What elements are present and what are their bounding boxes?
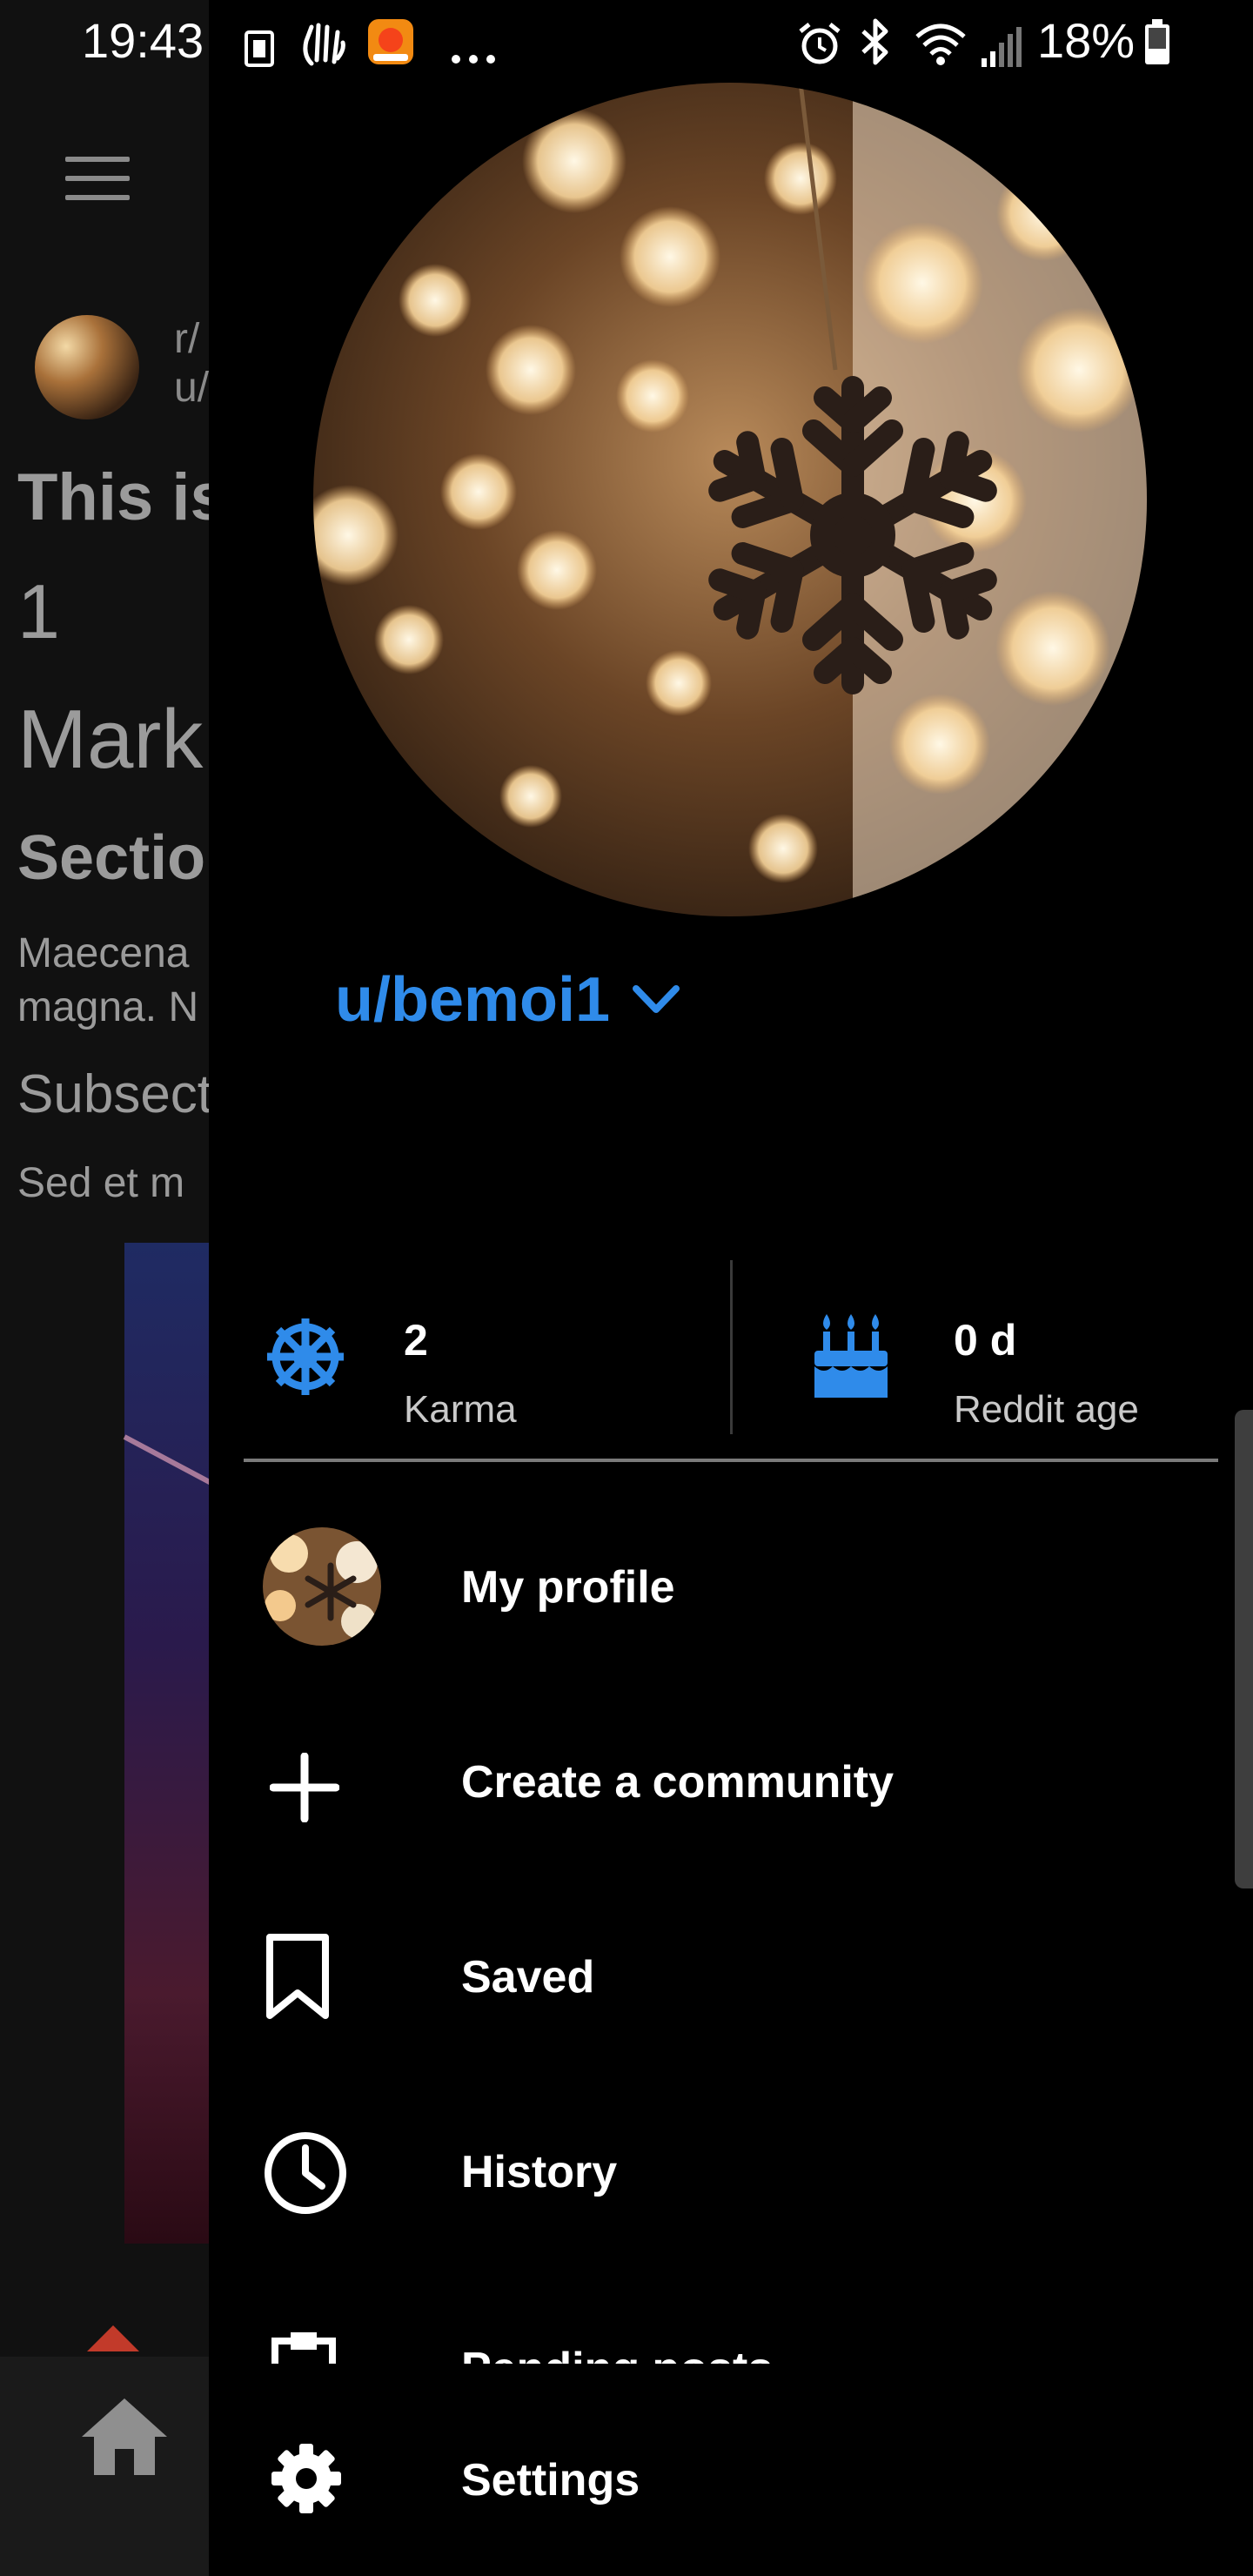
battery-icon (1145, 19, 1169, 64)
menu-label-saved: Saved (461, 1952, 595, 2002)
clock-icon (265, 2132, 346, 2214)
more-dots-icon (452, 55, 495, 64)
profile-avatar-large[interactable] (313, 83, 1147, 916)
menu-label-my-profile: My profile (461, 1562, 675, 1613)
menu-label-pending-posts: Pending posts (461, 2343, 773, 2364)
post-section-heading: Sectio (17, 823, 206, 893)
wave-hand-icon (303, 23, 345, 66)
avatar-icon (263, 1527, 381, 1646)
upvote-icon[interactable] (87, 2325, 139, 2351)
menu-item-create-community[interactable]: Create a community (244, 1713, 1218, 1852)
stats-divider-line (244, 1459, 1218, 1462)
clipboard-icon (271, 2332, 336, 2364)
chevron-down-icon (633, 985, 680, 1013)
sim-card-icon (245, 30, 274, 67)
username: u/bemoi1 (335, 965, 611, 1035)
account-switcher[interactable]: u/bemoi1 (335, 964, 680, 1036)
karma-value: 2 (404, 1316, 428, 1365)
menu-label-history: History (461, 2147, 618, 2197)
reddit-age-label: Reddit age (954, 1388, 1139, 1431)
menu-item-saved[interactable]: Saved (244, 1908, 1218, 2047)
hamburger-menu-icon[interactable] (65, 157, 130, 214)
menu-item-settings[interactable]: Settings (244, 2411, 1218, 2550)
subreddit-prefix: r/ (174, 316, 200, 362)
post-heading: Mark (17, 693, 204, 786)
plus-icon (270, 1753, 339, 1822)
menu-item-history[interactable]: History (244, 2103, 1218, 2242)
menu-item-pending-posts[interactable]: Pending posts (244, 2298, 1218, 2364)
home-icon[interactable] (77, 2395, 172, 2479)
cake-icon (814, 1314, 888, 1398)
post-paragraph-line-2: magna. N (17, 984, 199, 1030)
reddit-age-value: 0 d (954, 1316, 1017, 1365)
post-paragraph-2: Sed et m (17, 1160, 185, 1206)
scrollbar-thumb[interactable] (1235, 1410, 1253, 1888)
stats-divider (730, 1260, 733, 1434)
karma-icon (267, 1318, 344, 1395)
post-heading-number: 1 (17, 568, 60, 654)
post-paragraph-line-1: Maecena (17, 930, 190, 976)
user-prefix: u/ (174, 365, 210, 411)
post-avatar (35, 315, 139, 419)
status-time: 19:43 (82, 13, 204, 68)
bluetooth-icon (861, 18, 888, 65)
post-title: This is (17, 460, 227, 534)
status-bar: 19:43 18% (0, 0, 1253, 85)
app-notification-icon (368, 19, 413, 64)
signal-icon (982, 27, 1022, 67)
wifi-icon (915, 23, 966, 65)
menu-item-my-profile[interactable]: My profile (244, 1518, 1218, 1657)
post-meta: r/ u/ (174, 315, 209, 413)
karma-label: Karma (404, 1388, 517, 1431)
gear-icon (271, 2444, 341, 2513)
bookmark-icon (266, 1934, 329, 2019)
alarm-icon (799, 23, 841, 64)
menu-label-create-community: Create a community (461, 1757, 895, 1808)
menu-label-settings: Settings (461, 2455, 640, 2506)
battery-percent: 18% (1037, 13, 1136, 68)
post-subsection-heading: Subsect (17, 1064, 213, 1124)
